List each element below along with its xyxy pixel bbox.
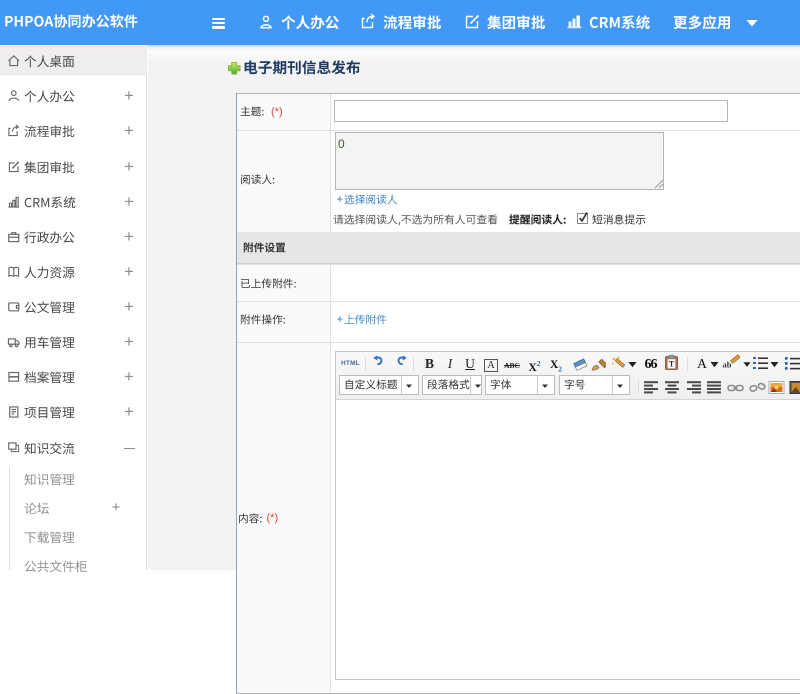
svg-text:ab: ab — [723, 360, 732, 370]
svg-text:T: T — [669, 360, 675, 369]
